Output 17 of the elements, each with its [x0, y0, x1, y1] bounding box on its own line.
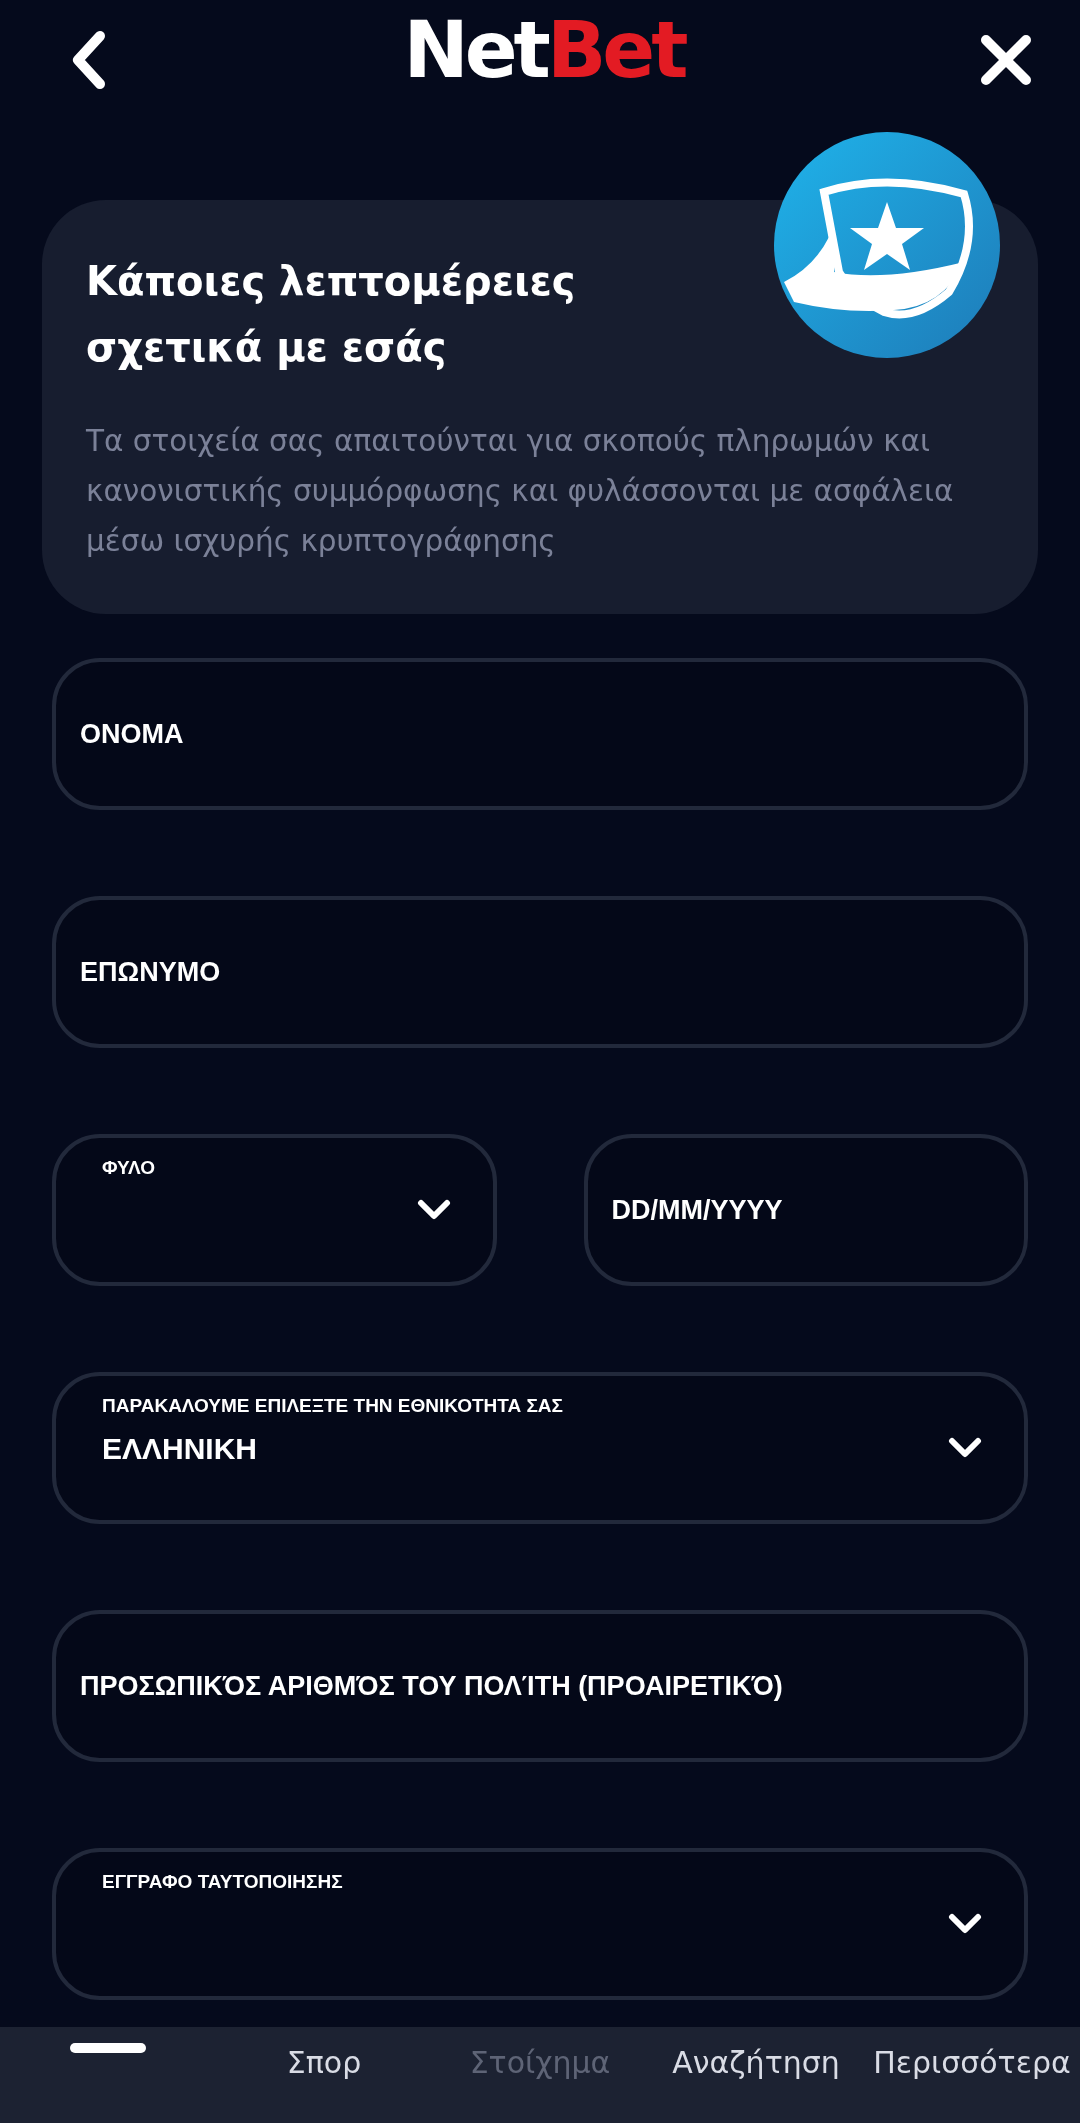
select-field[interactable]: ΦΥΛΟ: [52, 1134, 497, 1286]
select-field[interactable]: ΕΓΓΡΑΦΟ ΤΑΥΤΟΠΟΙΗΣΗΣ: [52, 1848, 1028, 2000]
chevron-icon: [948, 1437, 982, 1459]
card-description: Τα στοιχεία σας απαιτούνται για σκοπούς πληρωμών και κανονιστικής συμμόρφωσης και φυλάσσονται με ασφάλεια μέσω ισχυρής κρυπτογράφησης: [86, 423, 955, 560]
nav-item[interactable]: Αναζήτηση: [648, 2027, 864, 2123]
chevron-icon: [416, 1199, 451, 1221]
text-field[interactable]: ΟΝΟΜΑ: [52, 658, 1028, 810]
text-field[interactable]: ΕΠΩΝΥΜΟ: [52, 896, 1028, 1048]
nav-item[interactable]: Σπορ: [216, 2027, 432, 2123]
card-title: Κάποιες λεπτομέρειες σχετικά με εσάς: [86, 257, 577, 372]
nav-item[interactable]: Περισσότερα: [864, 2027, 1080, 2123]
select-field[interactable]: ΠΑΡΑΚΑΛΟΥΜΕ ΕΠΙΛΕΞΤΕ ΤΗΝ ΕΘΝΙΚΟΤΗΤΑ ΣΑΣ ΕΛΛΗΝΙΚΗ: [52, 1372, 1028, 1524]
shield-star-badge-icon: [774, 132, 1000, 358]
chevron-icon: [948, 1913, 982, 1935]
text-field[interactable]: DD/MM/YYYY: [583, 1134, 1028, 1286]
logo: NetBet: [403, 11, 685, 89]
text-field[interactable]: ΠΡΟΣΩΠΙΚΌΣ ΑΡΙΘΜΌΣ ΤΟΥ ΠΟΛΊΤΗ (ΠΡΟΑΙΡΕΤΙΚΌ): [52, 1610, 1028, 1762]
